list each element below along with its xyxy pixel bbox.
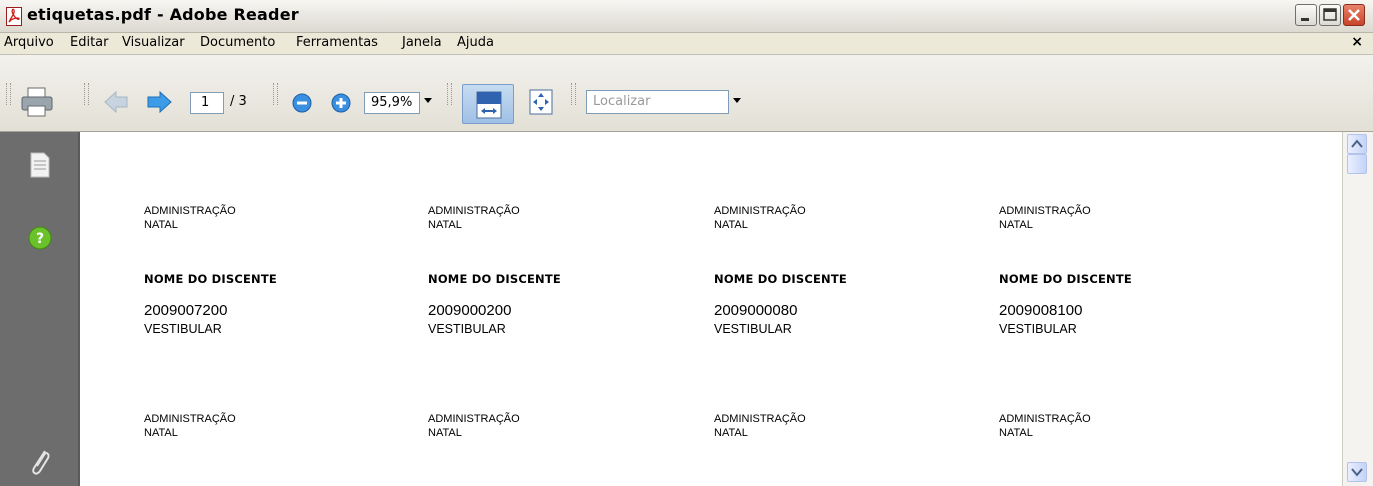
label-card: ADMINISTRAÇÃO NATAL NOME DO DISCENTE 200… <box>714 204 847 336</box>
label-ingresso: VESTIBULAR <box>144 322 222 336</box>
label-cidade: NATAL <box>714 219 748 231</box>
menu-janela[interactable]: Janela <box>402 35 442 50</box>
paperclip-icon[interactable] <box>28 444 52 478</box>
scroll-up-button[interactable] <box>1347 134 1367 154</box>
menu-ajuda[interactable]: Ajuda <box>457 35 494 50</box>
arrow-right-icon[interactable] <box>145 89 173 115</box>
label-curso: ADMINISTRAÇÃO <box>999 205 1091 217</box>
label-curso: ADMINISTRAÇÃO <box>428 413 520 425</box>
label-card: ADMINISTRAÇÃO NATAL <box>428 412 520 440</box>
adobe-pdf-icon <box>6 7 22 26</box>
label-ingresso: VESTIBULAR <box>714 322 792 336</box>
document-close-button[interactable]: × <box>1351 34 1363 50</box>
label-card: ADMINISTRAÇÃO NATAL <box>144 412 236 440</box>
label-curso: ADMINISTRAÇÃO <box>144 205 236 217</box>
label-nome: NOME DO DISCENTE <box>144 272 277 286</box>
toolbar-grip[interactable] <box>273 83 278 105</box>
label-matricula: 2009008100 <box>999 302 1083 319</box>
toolbar-grip[interactable] <box>84 83 89 105</box>
printer-icon[interactable] <box>20 86 54 118</box>
label-cidade: NATAL <box>428 427 462 439</box>
close-button[interactable] <box>1343 4 1365 26</box>
close-icon <box>1348 9 1360 21</box>
navigation-panel: ? <box>0 132 78 486</box>
menu-editar[interactable]: Editar <box>70 35 109 50</box>
help-icon[interactable]: ? <box>28 226 52 250</box>
zoom-in-icon[interactable] <box>330 92 352 114</box>
label-card: ADMINISTRAÇÃO NATAL <box>999 412 1091 440</box>
page-total: / 3 <box>230 94 247 109</box>
toolbar-grip[interactable] <box>447 83 452 105</box>
label-curso: ADMINISTRAÇÃO <box>714 205 806 217</box>
label-cidade: NATAL <box>144 427 178 439</box>
label-matricula: 2009007200 <box>144 302 228 319</box>
label-cidade: NATAL <box>144 219 178 231</box>
document-view[interactable]: ADMINISTRAÇÃO NATAL NOME DO DISCENTE 200… <box>78 132 1342 486</box>
title-bar[interactable]: etiquetas.pdf - Adobe Reader <box>0 0 1373 33</box>
label-card: ADMINISTRAÇÃO NATAL NOME DO DISCENTE 200… <box>999 204 1132 336</box>
zoom-out-icon[interactable] <box>291 92 313 114</box>
label-cidade: NATAL <box>428 219 462 231</box>
label-nome: NOME DO DISCENTE <box>999 272 1132 286</box>
toolbar-grip[interactable] <box>571 83 576 105</box>
menu-arquivo[interactable]: Arquivo <box>4 35 54 50</box>
label-ingresso: VESTIBULAR <box>428 322 506 336</box>
menu-documento[interactable]: Documento <box>200 35 275 50</box>
label-nome: NOME DO DISCENTE <box>428 272 561 286</box>
menu-visualizar[interactable]: Visualizar <box>122 35 185 50</box>
chevron-down-icon[interactable] <box>424 98 432 103</box>
toolbar: 1 / 3 95,9% Localizar <box>0 55 1373 132</box>
fit-width-icon <box>476 91 502 119</box>
label-card: ADMINISTRAÇÃO NATAL NOME DO DISCENTE 200… <box>144 204 277 336</box>
label-cidade: NATAL <box>999 427 1033 439</box>
label-cidade: NATAL <box>999 219 1033 231</box>
pages-icon[interactable] <box>30 152 50 178</box>
label-card: ADMINISTRAÇÃO NATAL <box>714 412 806 440</box>
label-card: ADMINISTRAÇÃO NATAL NOME DO DISCENTE 200… <box>428 204 561 336</box>
scroll-thumb[interactable] <box>1347 154 1367 174</box>
menu-ferramentas[interactable]: Ferramentas <box>296 35 378 50</box>
label-matricula: 2009000200 <box>428 302 512 319</box>
label-cidade: NATAL <box>714 427 748 439</box>
maximize-button[interactable] <box>1319 4 1341 26</box>
label-ingresso: VESTIBULAR <box>999 322 1077 336</box>
minimize-button[interactable] <box>1295 4 1317 26</box>
vertical-scrollbar[interactable] <box>1342 132 1373 486</box>
label-curso: ADMINISTRAÇÃO <box>428 205 520 217</box>
maximize-icon <box>1323 8 1337 21</box>
label-curso: ADMINISTRAÇÃO <box>144 413 236 425</box>
menu-bar: Arquivo Editar Visualizar Documento Ferr… <box>0 33 1373 55</box>
label-matricula: 2009000080 <box>714 302 798 319</box>
chevron-down-icon[interactable] <box>733 98 741 103</box>
zoom-level-input[interactable]: 95,9% <box>364 92 420 114</box>
toolbar-grip[interactable] <box>6 83 11 105</box>
label-curso: ADMINISTRAÇÃO <box>714 413 806 425</box>
chevron-down-icon <box>1351 468 1363 477</box>
search-input[interactable]: Localizar <box>586 90 729 114</box>
fit-page-icon[interactable] <box>529 89 553 115</box>
svg-text:?: ? <box>36 231 44 247</box>
minimize-icon <box>1301 18 1309 21</box>
fit-width-button[interactable] <box>462 84 514 124</box>
window-title: etiquetas.pdf - Adobe Reader <box>27 5 299 24</box>
chevron-up-icon <box>1351 139 1363 148</box>
scroll-down-button[interactable] <box>1347 462 1367 482</box>
label-nome: NOME DO DISCENTE <box>714 272 847 286</box>
label-curso: ADMINISTRAÇÃO <box>999 413 1091 425</box>
arrow-left-icon[interactable] <box>103 89 129 115</box>
page-number-input[interactable]: 1 <box>190 92 224 114</box>
